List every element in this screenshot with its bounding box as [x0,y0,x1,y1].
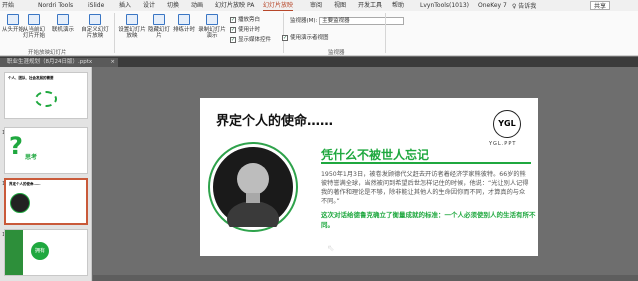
play-narration-checkbox[interactable]: ✓ 播放旁白 [230,15,260,23]
tab-lvyntools[interactable]: LvynTools(1013) [420,1,469,11]
group-label-start: 开始放映幻灯片 [28,50,67,56]
monitor-select[interactable]: 监视器(M): 主要监视器 [290,16,405,25]
online-present-button[interactable]: 联机演示 [52,14,74,33]
slide-title[interactable]: 界定个人的使命…… [216,110,333,129]
tab-islide[interactable]: iSlide [88,1,104,11]
show-media-controls-checkbox[interactable]: ✓ 显示媒体控件 [230,35,271,43]
checkbox-icon: ✓ [230,36,236,43]
document-tab-bar: 职业生涯规划（8月24日版）.pptx × [0,57,638,67]
tab-transitions[interactable]: 切换 [167,1,179,11]
portrait-figure-icon [227,163,279,237]
slide-heading[interactable]: 凭什么不被世人忘记 [321,146,429,163]
checkbox-icon: ✓ [230,26,236,33]
thumbnail-graphic [35,91,57,107]
ribbon: 从头开始 从当前幻灯片开始 联机演示 自定义幻灯片放映 开始放映幻灯片 设置幻灯… [0,11,638,56]
powerpoint-window: 开始 Nordri Tools iSlide 插入 设计 切换 动画 幻灯片放映… [0,0,638,281]
from-beginning-button[interactable]: 从头开始 [2,14,24,33]
horizontal-scrollbar[interactable] [93,275,638,281]
tab-home[interactable]: 开始 [2,1,14,11]
slide-body-text[interactable]: 1950年1月3日，被卷发顾德代父赶去开访者着经济学家熊彼特。66岁的熊彼特誉满… [321,170,531,206]
tab-developer[interactable]: 开发工具 [358,1,382,11]
online-icon [57,14,69,25]
tab-design[interactable]: 设计 [143,1,155,11]
tab-pa[interactable]: PA [247,1,254,11]
logo: YGL [493,110,521,138]
setup-icon [126,14,138,25]
document-tab[interactable]: 职业生涯规划（8月24日版）.pptx × [0,58,118,67]
setup-show-button[interactable]: 设置幻灯片放映 [118,14,146,39]
tab-view[interactable]: 视图 [334,1,346,11]
thumbnail-slide-selected[interactable]: 界定个人的使命…… [4,178,88,225]
monitor-dropdown[interactable]: 主要监视器 [319,16,405,25]
thumbnail-graphic [5,230,23,275]
tab-onekey[interactable]: OneKey 7 [478,1,507,11]
rehearse-timings-button[interactable]: 排练计时 [173,14,195,33]
thumbnail-slide[interactable]: ? 思考 [4,127,88,174]
tell-me-search[interactable]: ♀ 告诉我 [512,1,536,10]
close-icon[interactable]: × [110,58,115,67]
ribbon-tab-bar: 开始 Nordri Tools iSlide 插入 设计 切换 动画 幻灯片放映… [0,0,638,11]
group-label-monitors: 监视器 [328,50,345,56]
use-timings-checkbox[interactable]: ✓ 使用计时 [230,25,260,33]
checkbox-icon: ✓ [230,16,236,23]
thumbnail-slide[interactable]: 拥有 [4,229,88,276]
portrait-image[interactable] [210,144,296,237]
tab-help[interactable]: 帮助 [392,1,404,11]
tab-slideshow-menu[interactable]: 幻灯片放映 [215,1,245,11]
tab-animations[interactable]: 动画 [191,1,203,11]
mouse-pointer-icon: ⇖ [327,244,335,254]
group-divider [385,13,386,53]
current-slide[interactable]: 界定个人的使命…… YGL YGL.PPT 凭什么不被世人忘记 1950年1月3… [200,98,538,256]
heading-underline [321,162,531,164]
custom-show-icon [89,14,101,25]
thumbnail-slide[interactable]: 个人、团队、社会发展的需要 [4,72,88,119]
from-current-button[interactable]: 从当前幻灯片开始 [22,14,46,39]
timer-icon [178,14,190,25]
play-current-icon [28,14,40,25]
tab-slideshow-active[interactable]: 幻灯片放映 [263,1,294,11]
share-button[interactable]: 共享 [590,1,611,10]
record-show-button[interactable]: 录制幻灯片演示 [197,14,227,39]
slide-thumbnail-pane: 个人、团队、社会发展的需要 11 ? 思考 12 界定个人的使命…… 13 拥有… [0,67,92,281]
tab-review[interactable]: 审阅 [310,1,322,11]
question-mark-icon: ? [9,132,23,160]
group-divider [114,13,115,53]
logo-caption: YGL.PPT [489,141,517,147]
hide-slide-icon [153,14,165,25]
custom-show-button[interactable]: 自定义幻灯片放映 [80,14,110,39]
record-icon [206,14,218,25]
presenter-view-checkbox[interactable]: ✓ 使用演示者视图 [282,33,329,41]
hide-slide-button[interactable]: 隐藏幻灯片 [146,14,172,39]
tab-insert[interactable]: 插入 [119,1,131,11]
checkbox-icon: ✓ [282,34,288,41]
thumbnail-portrait [10,193,30,213]
tab-nordri-tools[interactable]: Nordri Tools [38,1,73,11]
slide-quote-text[interactable]: 这次对话给德鲁克确立了衡量成就的标准：一个人必须使别人的生活有所不同。 [321,211,536,230]
play-icon [7,14,19,25]
